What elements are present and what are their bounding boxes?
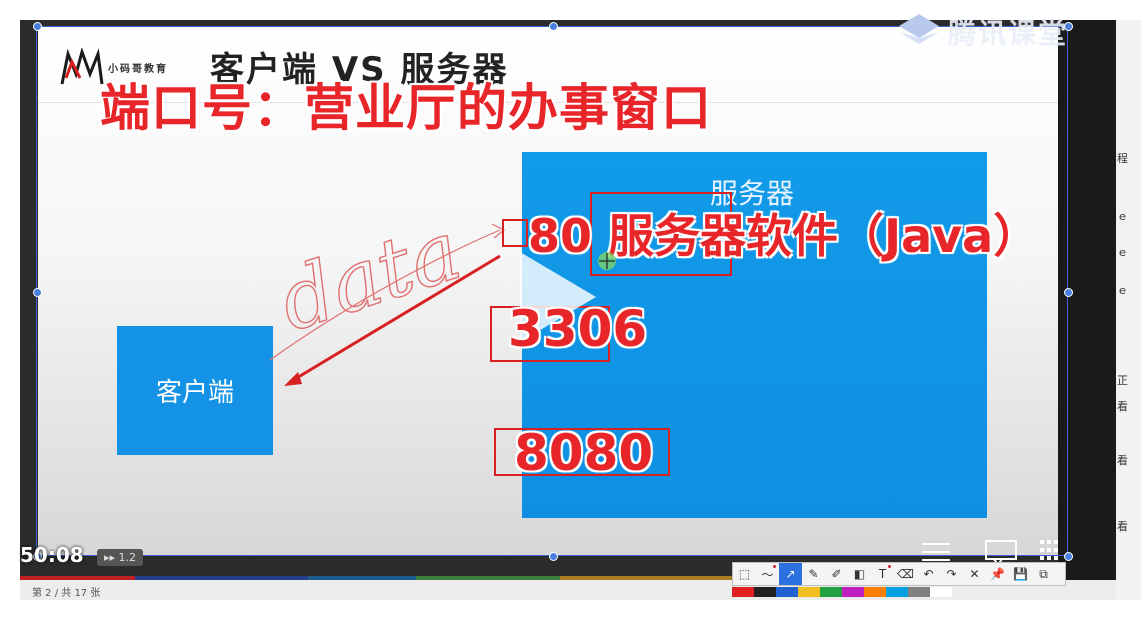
side-glimpse-char: 正 <box>1117 374 1128 387</box>
pen-tool-icon[interactable]: ✎ <box>802 563 825 585</box>
side-glimpse-char: 看 <box>1117 520 1128 533</box>
playback-time: 50:08 <box>20 543 84 567</box>
palette-color-swatch[interactable] <box>776 587 798 597</box>
palette-color-swatch[interactable] <box>886 587 908 597</box>
resize-handle[interactable] <box>1064 552 1073 561</box>
resize-handle[interactable] <box>549 552 558 561</box>
shape-tool-icon[interactable]: ◧ <box>848 563 871 585</box>
page-counter: 第 2 / 共 17 张 <box>32 588 101 599</box>
palette-color-swatch[interactable] <box>820 587 842 597</box>
eraser-tool-icon[interactable]: ⌫ <box>894 563 917 585</box>
color-palette <box>732 586 952 598</box>
close-tool-icon[interactable]: ✕ <box>963 563 986 585</box>
curve-tool-icon[interactable]: 〜 <box>756 563 779 585</box>
resize-handle[interactable] <box>1064 288 1073 297</box>
palette-color-swatch[interactable] <box>842 587 864 597</box>
brand-logo-icon <box>899 14 939 44</box>
redo-tool-icon[interactable]: ↷ <box>940 563 963 585</box>
palette-color-swatch[interactable] <box>930 587 952 597</box>
copy-tool-icon[interactable]: ⧉ <box>1032 563 1055 585</box>
select-tool-icon[interactable]: ⬚ <box>733 563 756 585</box>
palette-color-swatch[interactable] <box>864 587 886 597</box>
arrow-tool-icon[interactable]: ↗ <box>779 563 802 585</box>
pin-tool-icon[interactable]: 📌 <box>986 563 1009 585</box>
annotation-toolbar: ⬚ 〜 ↗ ✎ ✐ ◧ T ⌫ ↶ ↷ ✕ 📌 💾 ⧉ <box>732 562 1066 586</box>
palette-color-swatch[interactable] <box>798 587 820 597</box>
playlist-icon[interactable] <box>922 543 950 561</box>
text-tool-icon[interactable]: T <box>871 563 894 585</box>
palette-color-swatch[interactable] <box>754 587 776 597</box>
grid-menu-icon[interactable] <box>1040 540 1058 560</box>
resize-handle[interactable] <box>33 288 42 297</box>
side-glimpse-char: 看 <box>1117 454 1128 467</box>
palette-color-swatch[interactable] <box>732 587 754 597</box>
resize-handle[interactable] <box>33 22 42 31</box>
resize-handle[interactable] <box>549 22 558 31</box>
side-glimpse-char: ｅ <box>1117 284 1128 297</box>
highlighter-tool-icon[interactable]: ✐ <box>825 563 848 585</box>
side-glimpse-char: 程 <box>1117 152 1128 165</box>
undo-tool-icon[interactable]: ↶ <box>917 563 940 585</box>
palette-color-swatch[interactable] <box>908 587 930 597</box>
side-glimpse-char: 看 <box>1117 400 1128 413</box>
brand-watermark: 腾讯课堂 <box>948 17 1069 50</box>
save-tool-icon[interactable]: 💾 <box>1009 563 1032 585</box>
side-glimpse-char: ｅ <box>1117 210 1128 223</box>
playback-speed-badge[interactable]: ▸▸ 1.2 <box>97 549 144 566</box>
selection-border <box>36 26 1068 556</box>
background-window-glimpse <box>1116 20 1141 600</box>
side-glimpse-char: ｅ <box>1117 246 1128 259</box>
